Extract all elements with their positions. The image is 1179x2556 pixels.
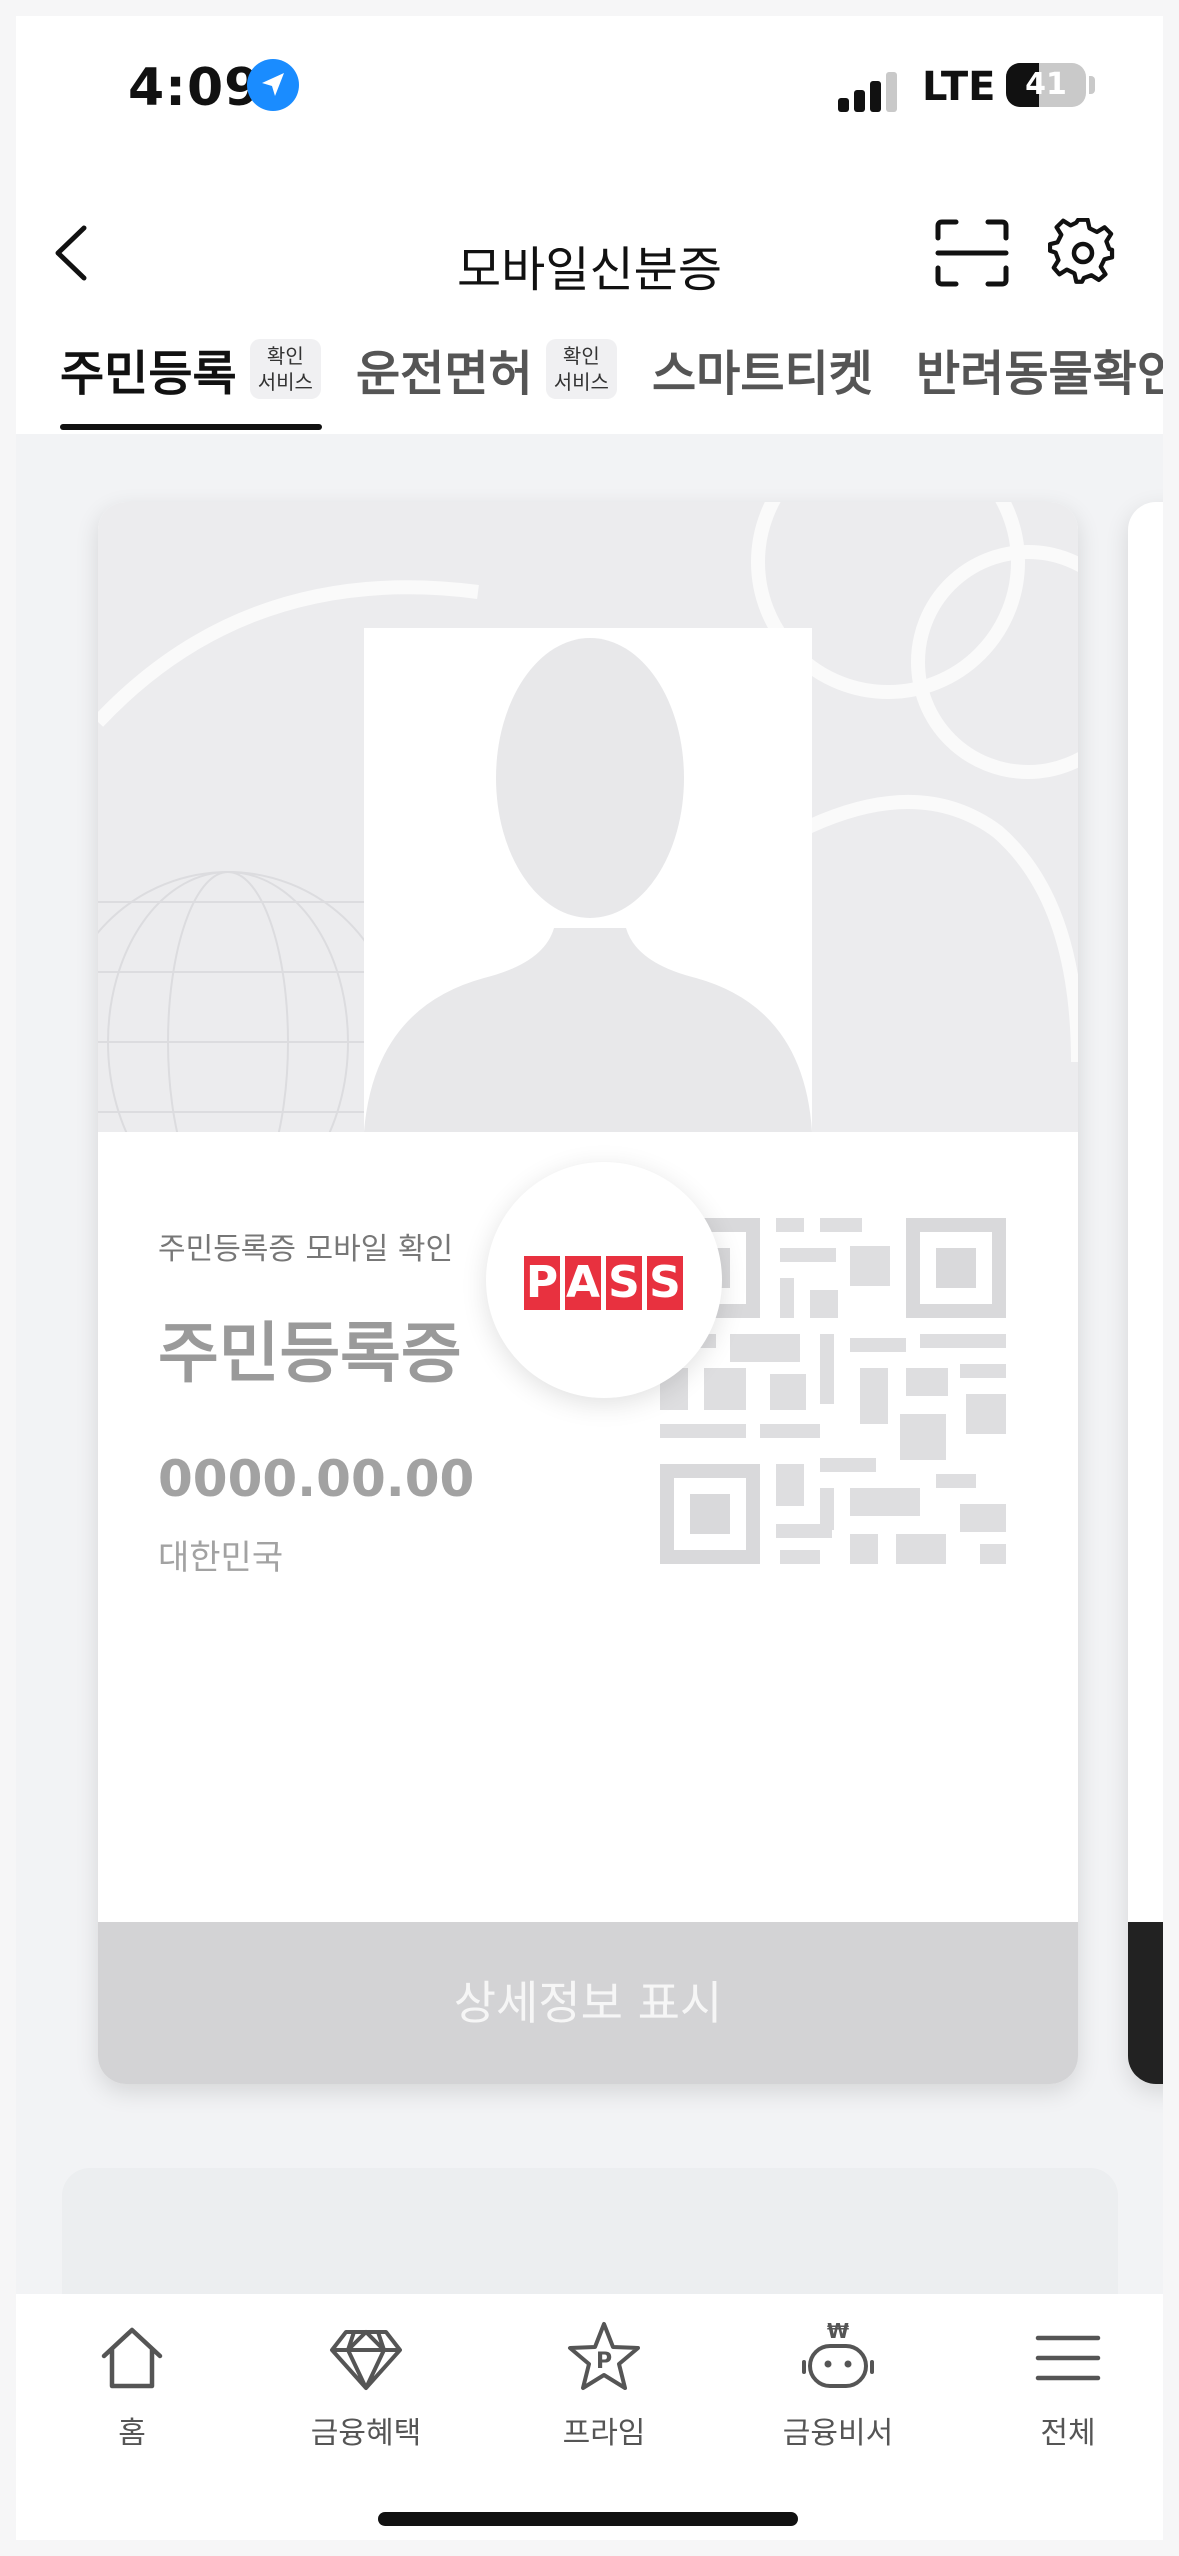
- location-arrow-icon: [247, 59, 299, 111]
- bottom-tab-bar: 홈 금융혜택 P 프라임 ₩ 금융비서 전체: [16, 2294, 1163, 2540]
- svg-text:P: P: [596, 2349, 612, 2374]
- tabbar-item-benefits[interactable]: 금융혜택: [266, 2318, 466, 2452]
- svg-text:₩: ₩: [827, 2319, 849, 2343]
- tabbar-label: 전체: [1040, 2416, 1096, 2451]
- battery-icon: 41: [1006, 63, 1086, 107]
- tabbar-item-all[interactable]: 전체: [968, 2318, 1163, 2452]
- card-date: 0000.00.00: [158, 1450, 475, 1508]
- menu-icon: [1035, 2335, 1101, 2381]
- nav-bar: 모바일신분증: [16, 196, 1163, 316]
- tab-resident-registration[interactable]: 주민등록 확인 서비스: [60, 334, 321, 424]
- tab-badge: 확인 서비스: [545, 339, 617, 399]
- tabbar-item-prime[interactable]: P 프라임: [504, 2318, 704, 2452]
- tab-smart-ticket[interactable]: 스마트티켓: [652, 334, 873, 424]
- id-type-tabs: 주민등록 확인 서비스 운전면허 확인 서비스 스마트티켓 반려동물확인: [16, 316, 1163, 434]
- active-tab-indicator: [60, 424, 322, 430]
- card-subtitle: 주민등록증 모바일 확인: [158, 1232, 454, 1267]
- tab-label: 스마트티켓: [652, 346, 873, 402]
- tabbar-label: 금융혜택: [310, 2416, 422, 2451]
- tabbar-label: 프라임: [562, 2416, 646, 2451]
- robot-won-icon: ₩: [802, 2319, 874, 2388]
- tab-badge: 확인 서비스: [249, 339, 321, 399]
- signal-bars-icon: [838, 72, 900, 112]
- home-icon: [101, 2327, 163, 2389]
- tab-pet-verification[interactable]: 반려동물확인: [916, 334, 1163, 424]
- id-card[interactable]: 주민등록증 모바일 확인 주민등록증 0000.00.00 대한민국 P A S…: [98, 502, 1078, 2084]
- home-indicator: [378, 2512, 798, 2526]
- pass-logo-badge: PASS: [486, 1162, 722, 1398]
- next-card-button: [1128, 1922, 1163, 2084]
- content-area: 주민등록증 모바일 확인 주민등록증 0000.00.00 대한민국 P A S…: [16, 434, 1163, 2348]
- tab-driver-license[interactable]: 운전면허 확인 서비스: [356, 334, 617, 424]
- next-card-peek[interactable]: [1128, 502, 1163, 2084]
- tab-label: 반려동물확인: [916, 346, 1163, 402]
- diamond-icon: [330, 2330, 402, 2390]
- tab-label: 주민등록: [60, 346, 237, 402]
- star-p-icon: P: [568, 2322, 640, 2390]
- phone-screen: 4:09 LTE 41 모바일신분증 주민등록 확인 서비스 운전면허 확인 서…: [16, 16, 1163, 2540]
- battery-level: 41: [1025, 67, 1067, 102]
- tabbar-label: 홈: [118, 2416, 146, 2451]
- gear-icon[interactable]: [1047, 217, 1118, 288]
- tabbar-item-assistant[interactable]: ₩ 금융비서: [738, 2318, 938, 2452]
- card-country: 대한민국: [158, 1538, 284, 1578]
- tab-label: 운전면허: [356, 346, 533, 402]
- tabbar-label: 금융비서: [782, 2416, 894, 2451]
- profile-photo-placeholder: [364, 628, 812, 1132]
- scan-frame-icon[interactable]: [934, 218, 1010, 288]
- pass-logo: PASS: [524, 1256, 683, 1310]
- network-type: LTE: [922, 64, 996, 110]
- status-time: 4:09: [128, 58, 262, 118]
- battery-cap: [1089, 76, 1095, 94]
- tabbar-item-home[interactable]: 홈: [32, 2318, 232, 2452]
- show-details-button[interactable]: 상세정보 표시: [98, 1922, 1078, 2084]
- card-title: 주민등록증: [158, 1315, 462, 1392]
- status-bar: 4:09 LTE 41: [16, 16, 1163, 166]
